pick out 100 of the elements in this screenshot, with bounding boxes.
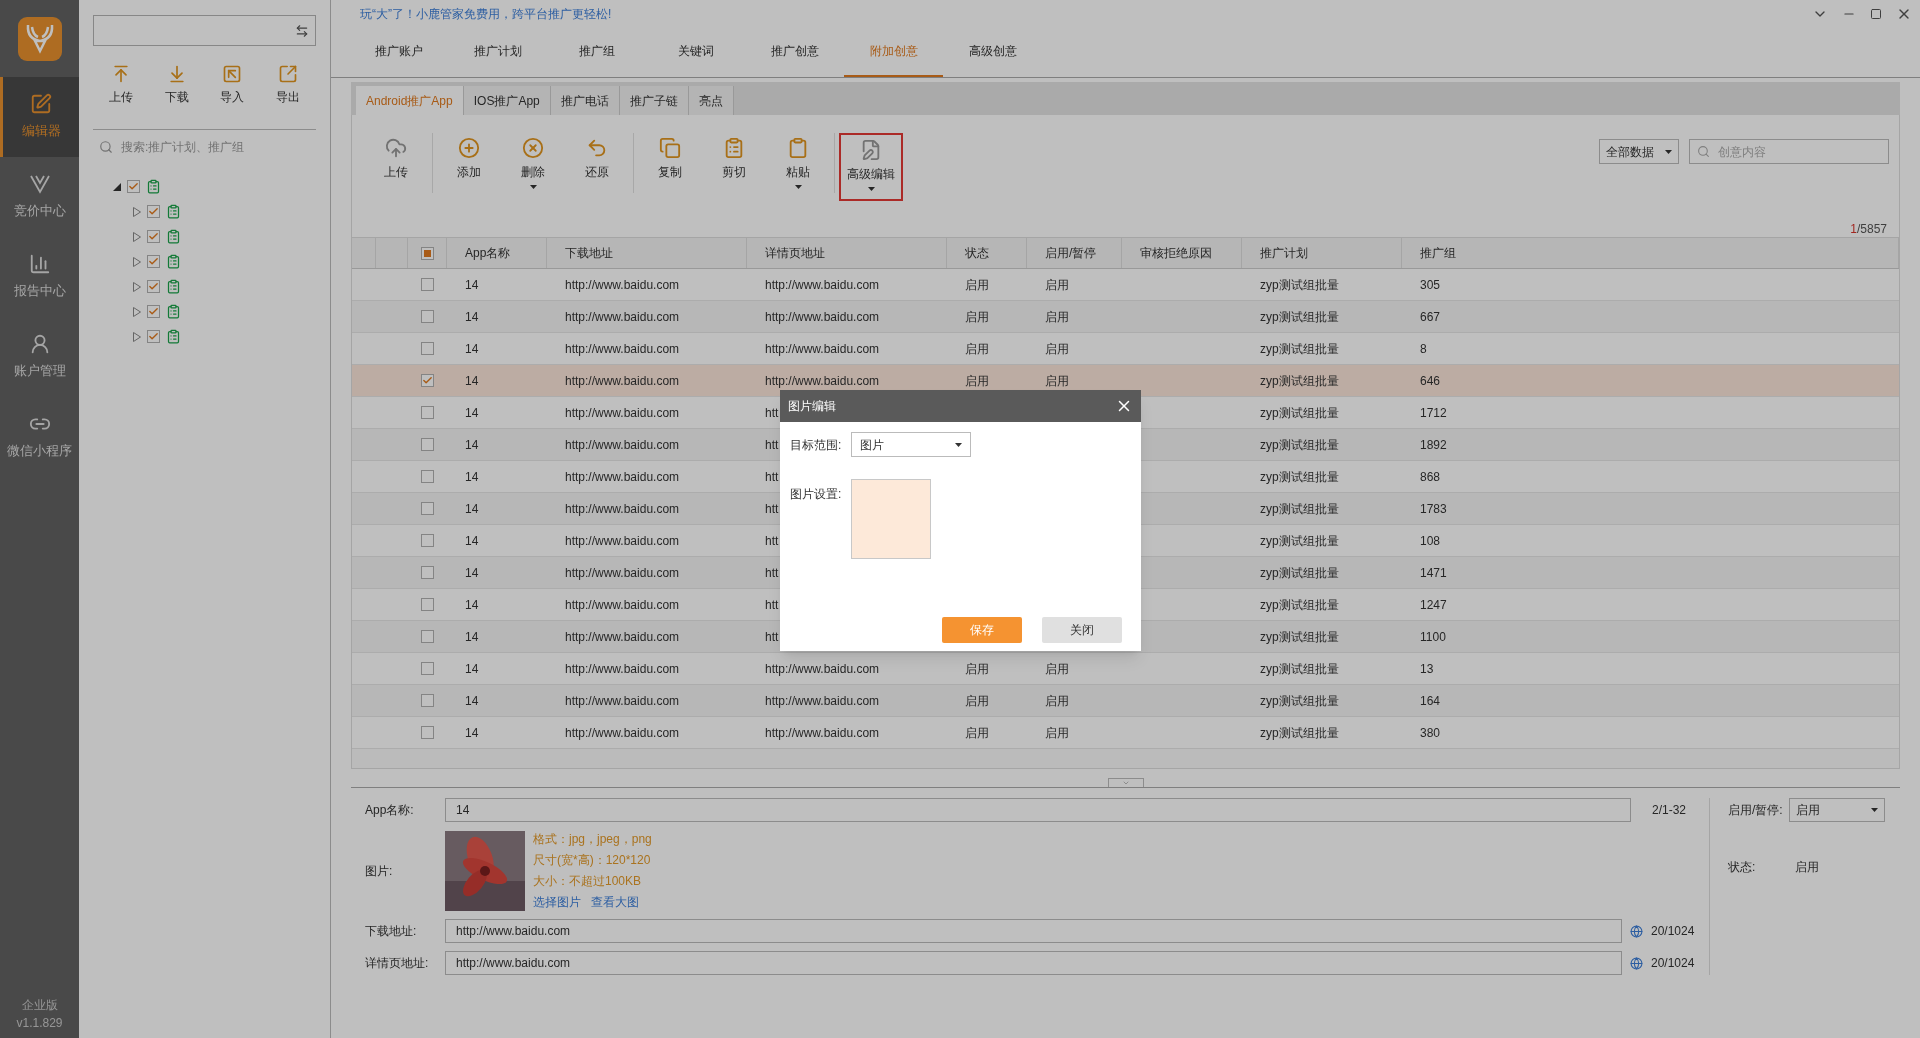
- table-cell: http://www.baidu.com: [565, 469, 680, 484]
- version-label: v1.1.829: [16, 1015, 63, 1032]
- table-cell: 启用: [965, 693, 989, 708]
- table-cell: http://www.baidu.com: [565, 629, 680, 644]
- field-label: App名称:: [364, 802, 415, 819]
- table-cell: zyp测试组批量: [1260, 533, 1339, 548]
- table-cell: 14: [465, 309, 479, 324]
- pager-current: 1: [1850, 221, 1857, 237]
- table-cell: zyp测试组批量: [1260, 341, 1339, 356]
- table-cell: http://www.baidu.com: [765, 341, 880, 356]
- table-cell: http://www.baidu.com: [565, 437, 680, 452]
- table-cell: 1247: [1420, 597, 1447, 612]
- table-cell: zyp测试组批量: [1260, 373, 1339, 388]
- table-cell: 14: [465, 277, 479, 292]
- char-count: 2/1-32: [1651, 802, 1687, 819]
- table-cell: htt: [765, 597, 779, 612]
- field-label: 启用/暂停:: [1728, 802, 1783, 819]
- table-cell: 14: [465, 501, 479, 516]
- table-cell: http://www.baidu.com: [765, 725, 880, 740]
- table-cell: 1892: [1420, 437, 1447, 452]
- table-cell: 14: [465, 437, 479, 452]
- table-cell: 启用: [965, 661, 989, 676]
- table-cell: 14: [465, 533, 479, 548]
- table-cell: htt: [765, 533, 779, 548]
- dialog-title: 图片编辑: [788, 398, 836, 415]
- table-cell: htt: [765, 405, 779, 420]
- table-cell: http://www.baidu.com: [765, 693, 880, 708]
- table-cell: zyp测试组批量: [1260, 437, 1339, 452]
- table-cell: 1712: [1420, 405, 1447, 420]
- image-hint: 格式：jpg，jpeg，png: [533, 831, 652, 848]
- table-cell: http://www.baidu.com: [565, 373, 680, 388]
- char-count: 20/1024: [1651, 955, 1696, 972]
- table-cell: 启用: [1045, 373, 1069, 388]
- table-cell: 14: [465, 373, 479, 388]
- image-hint: 大小：不超过100KB: [533, 873, 643, 890]
- table-cell: zyp测试组批量: [1260, 277, 1339, 292]
- table-cell: 启用: [1045, 277, 1069, 292]
- table-cell: zyp测试组批量: [1260, 597, 1339, 612]
- table-cell: http://www.baidu.com: [565, 693, 680, 708]
- table-cell: http://www.baidu.com: [765, 277, 880, 292]
- table-cell: 1783: [1420, 501, 1447, 516]
- table-cell: 启用: [965, 725, 989, 740]
- table-cell: 1471: [1420, 565, 1447, 580]
- table-cell: http://www.baidu.com: [565, 405, 680, 420]
- table-cell: 启用: [965, 277, 989, 292]
- table-cell: zyp测试组批量: [1260, 565, 1339, 580]
- image-hint: 尺寸(宽*高)：120*120: [533, 852, 652, 869]
- table-cell: 14: [465, 629, 479, 644]
- table-cell: 108: [1420, 533, 1441, 548]
- table-cell: 667: [1420, 309, 1441, 324]
- char-count: 20/1024: [1651, 923, 1696, 940]
- table-cell: htt: [765, 501, 779, 516]
- field-label: 状态:: [1728, 859, 1756, 876]
- table-cell: http://www.baidu.com: [765, 661, 880, 676]
- table-cell: http://www.baidu.com: [565, 661, 680, 676]
- table-cell: 启用: [965, 373, 989, 388]
- table-cell: 868: [1420, 469, 1441, 484]
- edition-label: 企业版: [21, 997, 58, 1014]
- table-cell: zyp测试组批量: [1260, 469, 1339, 484]
- table-cell: http://www.baidu.com: [565, 309, 680, 324]
- table-cell: 8: [1420, 341, 1427, 356]
- table-cell: 380: [1420, 725, 1441, 740]
- table-cell: zyp测试组批量: [1260, 309, 1339, 324]
- field-label: 下载地址:: [364, 923, 418, 940]
- table-cell: zyp测试组批量: [1260, 629, 1339, 644]
- table-cell: 启用: [965, 309, 989, 324]
- table-cell: 14: [465, 469, 479, 484]
- table-cell: zyp测试组批量: [1260, 693, 1339, 708]
- table-cell: htt: [765, 565, 779, 580]
- table-cell: zyp测试组批量: [1260, 725, 1339, 740]
- table-cell: http://www.baidu.com: [565, 277, 680, 292]
- table-cell: 启用: [1045, 725, 1069, 740]
- table-cell: htt: [765, 469, 779, 484]
- table-cell: 14: [465, 661, 479, 676]
- table-cell: http://www.baidu.com: [565, 565, 680, 580]
- table-cell: 14: [465, 405, 479, 420]
- table-cell: zyp测试组批量: [1260, 661, 1339, 676]
- table-cell: http://www.baidu.com: [565, 501, 680, 516]
- field-label: 图片:: [364, 862, 394, 880]
- table-cell: zyp测试组批量: [1260, 405, 1339, 420]
- table-cell: 启用: [1045, 693, 1069, 708]
- table-cell: http://www.baidu.com: [565, 341, 680, 356]
- table-cell: zyp测试组批量: [1260, 501, 1339, 516]
- table-cell: http://www.baidu.com: [765, 309, 880, 324]
- table-cell: 启用: [1045, 309, 1069, 324]
- table-cell: 启用: [1045, 661, 1069, 676]
- table-cell: 14: [465, 597, 479, 612]
- table-cell: 164: [1420, 693, 1441, 708]
- table-cell: http://www.baidu.com: [565, 725, 680, 740]
- table-cell: http://www.baidu.com: [765, 373, 880, 388]
- table-cell: 14: [465, 693, 479, 708]
- table-cell: http://www.baidu.com: [565, 597, 680, 612]
- table-cell: 14: [465, 565, 479, 580]
- pager-total: /5857: [1856, 221, 1887, 237]
- status-value: 启用: [1795, 859, 1820, 876]
- table-cell: 14: [465, 725, 479, 740]
- field-label: 目标范围:: [790, 436, 842, 454]
- table-cell: 1100: [1420, 629, 1446, 644]
- table-cell: 305: [1420, 277, 1441, 292]
- field-label: 详情页地址:: [364, 955, 430, 972]
